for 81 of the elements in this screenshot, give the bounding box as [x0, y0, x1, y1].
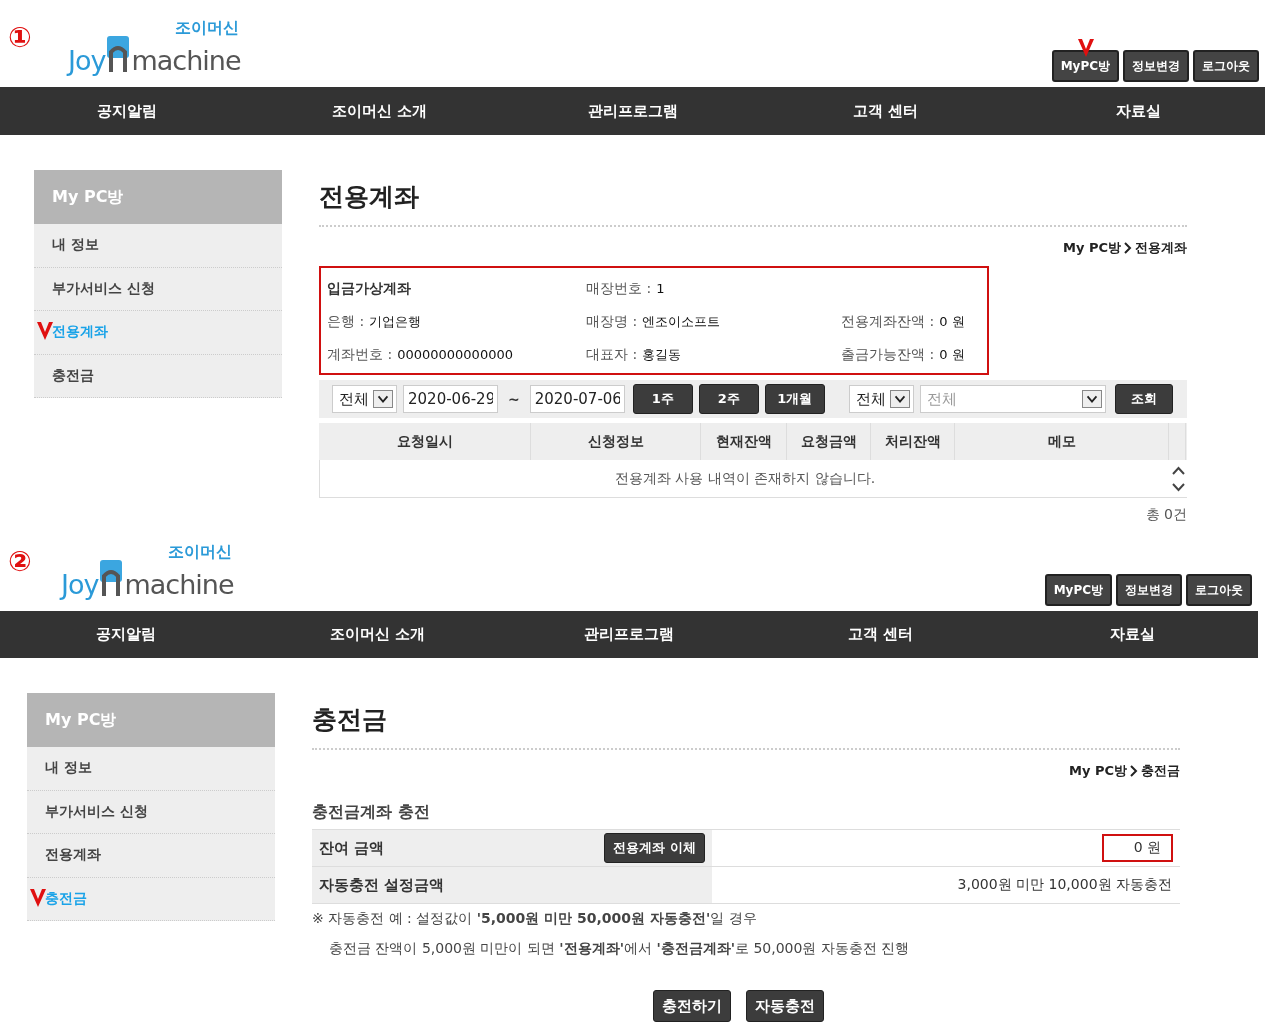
- header-button[interactable]: 정보변경: [1123, 50, 1189, 82]
- nav-item[interactable]: 조이머신 소개: [251, 624, 504, 644]
- sidebar-title: My PC방: [27, 693, 275, 747]
- v-mark-icon: [36, 321, 54, 341]
- logo: 조이머신 Joy machine: [68, 20, 241, 74]
- transfer-button[interactable]: 전용계좌 이체: [604, 833, 705, 863]
- breadcrumb-item: 충전금: [1141, 762, 1180, 780]
- breadcrumb-item: My PC방: [1069, 762, 1127, 780]
- sidebar-item[interactable]: 내 정보: [34, 224, 282, 268]
- row-label: 잔여 금액: [319, 838, 385, 858]
- info-value: 기업은행: [369, 312, 422, 331]
- row-value: 0 원: [1101, 834, 1173, 862]
- step-marker: ①: [8, 24, 32, 52]
- info-label: 계좌번호 :: [327, 345, 393, 364]
- note-text: ※ 자동충전 예 : 설정값이 '5,000원 미만 50,000원 자동충전'일 경우: [312, 910, 758, 928]
- info-label: 대표자 :: [586, 345, 638, 364]
- header-button[interactable]: 로그아웃: [1186, 574, 1252, 606]
- info-value: 0 원: [939, 312, 965, 331]
- v-mark-icon: [29, 887, 47, 908]
- info-value: 0 원: [939, 345, 965, 364]
- nav-item[interactable]: 조이머신 소개: [253, 101, 506, 121]
- caret-icon: [1081, 390, 1102, 408]
- header-button[interactable]: 정보변경: [1116, 574, 1182, 606]
- page-title: 전용계좌: [319, 180, 1187, 227]
- nav-item[interactable]: 공지알림: [0, 101, 253, 121]
- step-marker: ②: [8, 548, 32, 576]
- search-button[interactable]: 조회: [1114, 384, 1173, 414]
- row-label: 자동충전 설정금액: [319, 875, 445, 895]
- breadcrumb-item: My PC방: [1063, 239, 1121, 257]
- sidebar-item[interactable]: 부가서비스 신청: [34, 267, 282, 311]
- chevron-icon: [1130, 765, 1138, 777]
- column-header: 현재잔액: [701, 423, 787, 460]
- nav-item[interactable]: 공지알림: [0, 624, 252, 644]
- caret-icon: [889, 390, 910, 408]
- info-value: 엔조이소프트: [642, 312, 721, 331]
- period-button[interactable]: 1개월: [764, 384, 825, 414]
- column-header: 처리잔액: [871, 423, 955, 460]
- type-select[interactable]: 전체: [332, 385, 397, 413]
- column-header: 요청일시: [319, 423, 531, 460]
- info-label: 전용계좌잔액 :: [841, 312, 935, 331]
- action-button[interactable]: 충전하기: [652, 990, 731, 1022]
- header-button[interactable]: 로그아웃: [1193, 50, 1259, 82]
- column-header: 메모: [955, 423, 1169, 460]
- sidebar-item[interactable]: 부가서비스 신청: [27, 790, 275, 834]
- nav-item[interactable]: 관리프로그램: [503, 624, 755, 644]
- status-select[interactable]: 전체: [848, 385, 914, 413]
- nav-item[interactable]: 자료실: [1012, 101, 1265, 121]
- caret-icon: [373, 390, 393, 408]
- action-button[interactable]: 자동충전: [745, 990, 824, 1022]
- section-title: 충전금계좌 충전: [312, 802, 431, 823]
- sidebar-title: My PC방: [34, 170, 282, 224]
- period-button[interactable]: 2주: [698, 384, 759, 414]
- empty-message: 전용계좌 사용 내역이 존재하지 않습니다.: [613, 469, 877, 488]
- sidebar-item[interactable]: 전용계좌: [27, 834, 275, 878]
- nav-item[interactable]: 고객 센터: [754, 624, 1007, 644]
- info-label: 은행 :: [327, 312, 365, 331]
- nav-item[interactable]: 자료실: [1006, 624, 1258, 644]
- info-value: 홍길동: [642, 345, 682, 364]
- column-header: 신청정보: [531, 423, 701, 460]
- column-header: 요청금액: [787, 423, 871, 460]
- header-button[interactable]: MyPC방: [1051, 50, 1119, 82]
- info-label: 매장명 :: [586, 312, 638, 331]
- note-text: 충전금 잔액이 5,000원 미만이 되면 '전용계좌'에서 '충전금계좌'로 50,000원 자동충전 진행: [329, 940, 911, 958]
- sidebar-item[interactable]: 충전금: [34, 354, 282, 398]
- period-button[interactable]: 1주: [632, 384, 693, 414]
- page-title: 충전금: [312, 703, 1180, 750]
- total-count: 총 0건: [1145, 506, 1187, 524]
- info-value: 1: [656, 281, 665, 296]
- nav-item[interactable]: 관리프로그램: [506, 101, 759, 121]
- info-label: 출금가능잔액 :: [841, 345, 935, 364]
- header-button[interactable]: MyPC방: [1044, 574, 1112, 606]
- range-separator: ~: [508, 391, 520, 407]
- sidebar-item[interactable]: 내 정보: [27, 747, 275, 791]
- row-value: 3,000원 미만 10,000원 자동충전: [957, 876, 1173, 894]
- breadcrumb-item: 전용계좌: [1135, 239, 1187, 257]
- nav-item[interactable]: 고객 센터: [759, 101, 1012, 121]
- info-value: 00000000000000: [397, 347, 513, 362]
- info-label: 매장번호 :: [586, 279, 652, 298]
- logo: 조이머신 Joy machine: [61, 544, 234, 598]
- info-heading: 입금가상계좌: [327, 279, 412, 298]
- chevron-icon: [1124, 242, 1132, 254]
